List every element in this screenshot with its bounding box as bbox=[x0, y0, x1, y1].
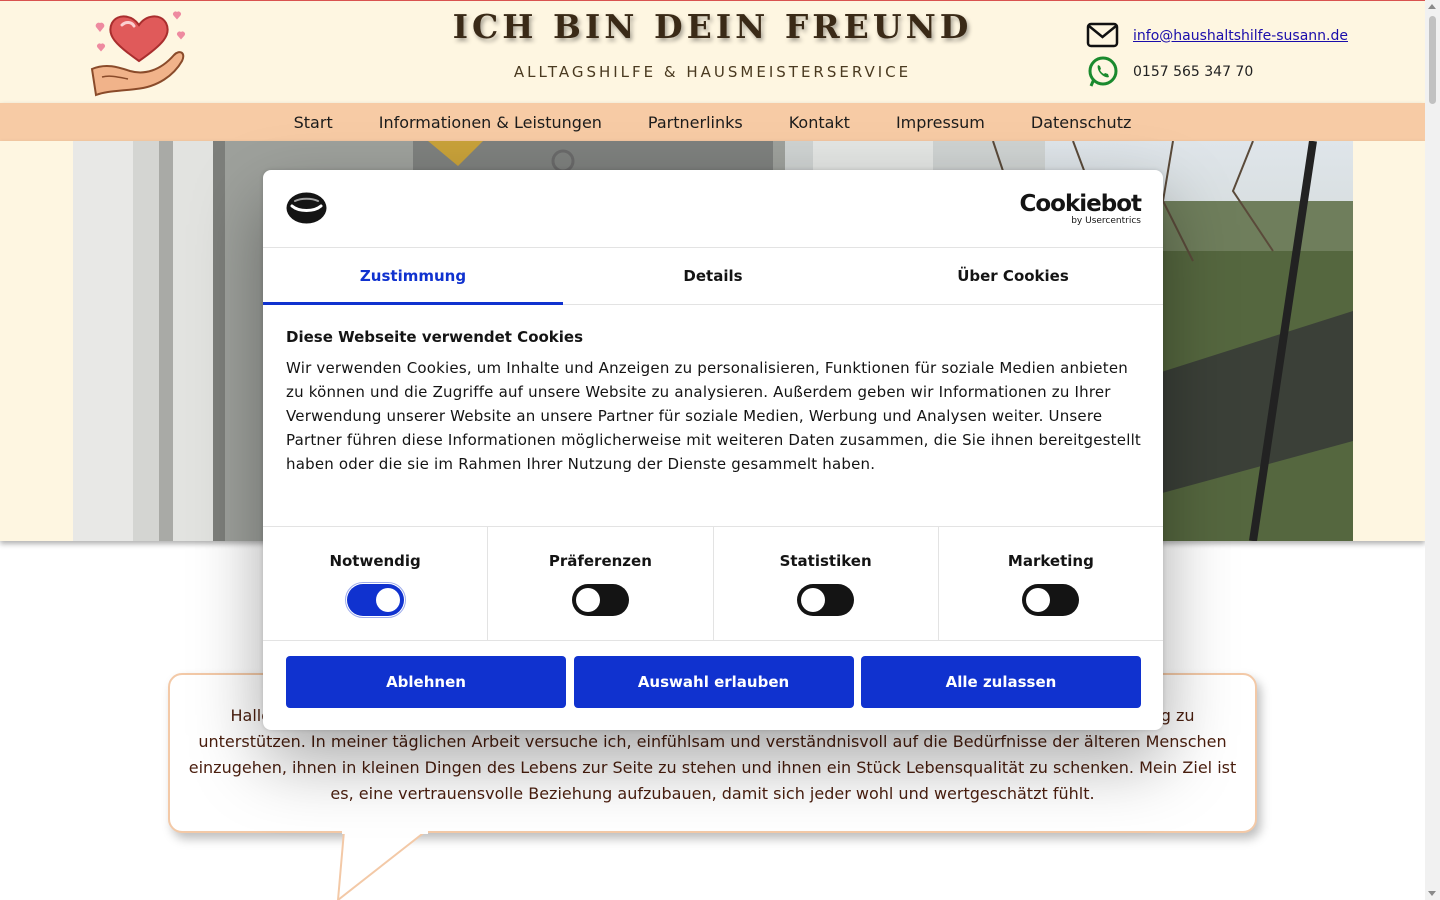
scroll-up-arrow-icon[interactable] bbox=[1428, 4, 1436, 9]
cookiebot-by: by Usercentrics bbox=[1071, 216, 1141, 226]
toggle-marketing: Marketing bbox=[939, 527, 1163, 640]
toggle-notwendig: Notwendig bbox=[263, 527, 489, 640]
toggle-label: Statistiken bbox=[779, 552, 872, 570]
scroll-down-arrow-icon[interactable] bbox=[1428, 891, 1436, 896]
dialog-header: Cookiebot by Usercentrics bbox=[263, 170, 1163, 248]
tab-ueber-cookies[interactable]: Über Cookies bbox=[863, 247, 1163, 304]
dialog-buttons: Ablehnen Auswahl erlauben Alle zulassen bbox=[286, 656, 1141, 708]
toggle-label: Präferenzen bbox=[548, 552, 652, 570]
alle-zulassen-button[interactable]: Alle zulassen bbox=[861, 656, 1141, 708]
cookiebot-logo-icon bbox=[286, 192, 327, 224]
dialog-description: Wir verwenden Cookies, um Inhalte und An… bbox=[286, 359, 1142, 473]
consent-toggles: Notwendig Präferenzen Statistiken Market… bbox=[263, 526, 1163, 641]
notwendig-switch[interactable] bbox=[344, 582, 406, 618]
toggle-praeferenzen: Präferenzen bbox=[488, 527, 714, 640]
tab-zustimmung[interactable]: Zustimmung bbox=[263, 247, 563, 305]
praeferenzen-switch[interactable] bbox=[571, 584, 629, 616]
dialog-tabs: Zustimmung Details Über Cookies bbox=[263, 247, 1163, 305]
cookiebot-name: Cookiebot bbox=[1019, 191, 1142, 217]
statistiken-switch[interactable] bbox=[797, 584, 855, 616]
ablehnen-button[interactable]: Ablehnen bbox=[286, 656, 566, 708]
dialog-heading: Diese Webseite verwendet Cookies bbox=[286, 328, 584, 346]
cookiebot-brand: Cookiebot by Usercentrics bbox=[1019, 191, 1142, 227]
toggle-statistiken: Statistiken bbox=[714, 527, 939, 640]
cookie-consent-dialog: Cookiebot by Usercentrics Zustimmung Det… bbox=[263, 170, 1163, 730]
marketing-switch[interactable] bbox=[1022, 584, 1080, 616]
toggle-label: Notwendig bbox=[329, 552, 421, 570]
auswahl-erlauben-button[interactable]: Auswahl erlauben bbox=[573, 656, 854, 708]
tab-details[interactable]: Details bbox=[563, 247, 863, 304]
dialog-body: Diese Webseite verwendet Cookies Wir ver… bbox=[286, 328, 1141, 476]
toggle-label: Marketing bbox=[1007, 552, 1094, 570]
page-scrollbar[interactable] bbox=[1425, 0, 1440, 900]
scroll-thumb[interactable] bbox=[1429, 16, 1436, 104]
